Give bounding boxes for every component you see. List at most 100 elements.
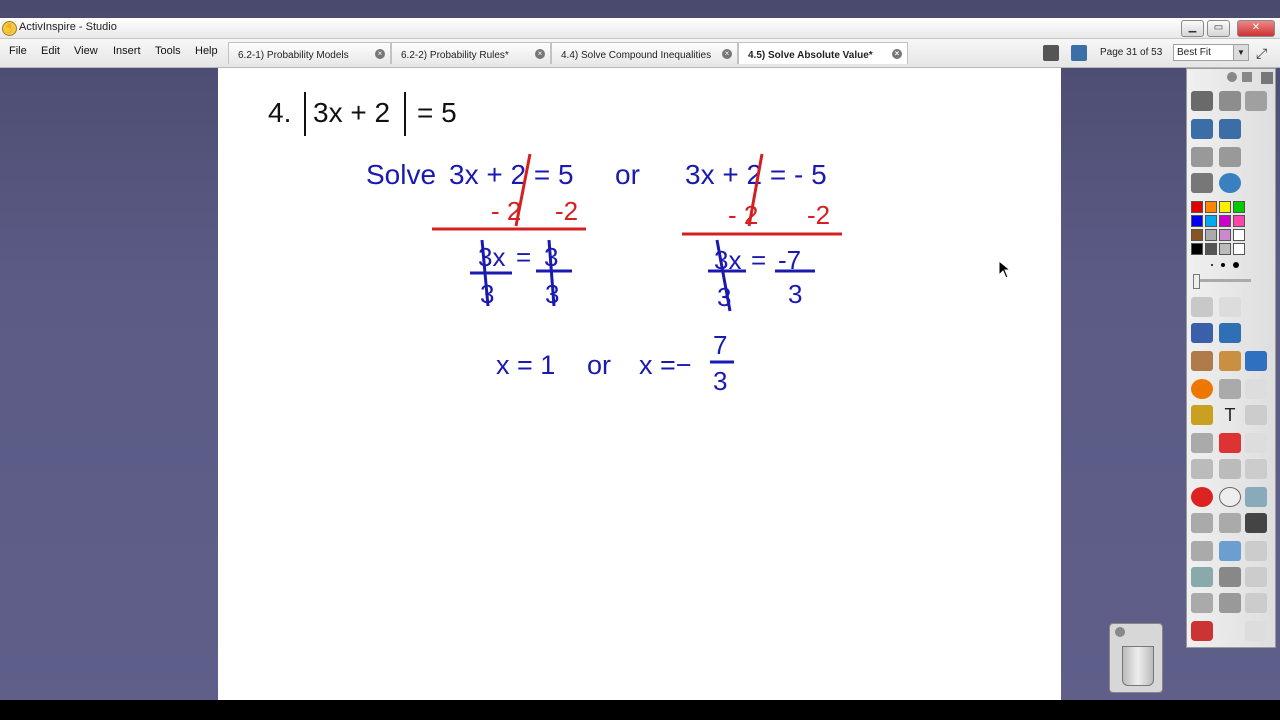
menu-insert[interactable]: Insert [113,45,141,57]
clock-icon[interactable] [1219,487,1241,507]
answer-numerator: 7 [713,330,728,360]
zoom-select[interactable]: Best Fit ▼ [1173,44,1249,61]
next-page-icon[interactable] [1219,147,1241,167]
color-swatch-blue[interactable] [1191,215,1203,227]
tool-i-icon[interactable] [1245,593,1267,613]
highlighter-icon[interactable] [1219,323,1241,343]
shape-icon[interactable] [1191,379,1213,399]
grid-icon[interactable] [1245,459,1267,479]
width-slider[interactable] [1193,279,1251,282]
tab-close-icon[interactable]: × [892,49,902,59]
main-toolbox: T [1186,68,1276,648]
zoom-value: Best Fit [1177,47,1211,58]
expand-icon[interactable]: ⤢ [1256,45,1272,61]
flag-icon[interactable] [1191,433,1213,453]
answer-right: x =− [639,350,692,380]
left-subtract-a: - 2 [491,196,522,226]
color-swatch-cyan[interactable] [1205,215,1217,227]
menu-file[interactable]: File [9,45,27,57]
main-menu-icon[interactable] [1191,91,1213,111]
desktop-annotate-icon[interactable] [1191,119,1213,139]
flipchart-page[interactable]: 4. 3x + 2 = 5 Solve 3x + 2 = 5 or 3x + 2… [218,68,1061,700]
menu-tools[interactable]: Tools [155,45,181,57]
toolbox-collapse-icon[interactable] [1261,72,1273,84]
pen-width-dots[interactable] [1207,261,1247,269]
page-browser-icon[interactable] [1043,45,1059,61]
eraser-icon[interactable] [1191,351,1213,371]
connector-icon[interactable] [1245,351,1267,371]
trash-settings-icon[interactable] [1115,627,1125,637]
camera-icon[interactable] [1245,487,1267,507]
menu-edit[interactable]: Edit [41,45,60,57]
color-swatch-black[interactable] [1191,243,1203,255]
dice-icon[interactable] [1191,621,1213,641]
redo-icon[interactable] [1219,459,1241,479]
color-swatch-white[interactable] [1233,229,1245,241]
tool-d-icon[interactable] [1219,541,1241,561]
user-icon[interactable] [1245,91,1267,111]
tool-e-icon[interactable] [1245,541,1267,561]
play-icon[interactable] [1191,173,1213,193]
tab-label: 6.2-2) Probability Rules* [401,50,509,61]
select-tool-icon[interactable] [1191,297,1213,317]
menu-view[interactable]: View [74,45,98,57]
tool-b-icon[interactable] [1219,513,1241,533]
color-swatch-orange[interactable] [1205,201,1217,213]
right-step-lhs: 3x [714,245,742,275]
pen-tool-icon[interactable] [1191,323,1213,343]
close-window-button[interactable]: ✕ [1237,20,1275,37]
color-swatch-pink[interactable] [1233,215,1245,227]
tab-close-icon[interactable]: × [535,49,545,59]
minimize-button[interactable]: ▁ [1181,20,1204,37]
tab-absolute-value[interactable]: 4.5) Solve Absolute Value* × [738,42,908,64]
color-swatch-lilac[interactable] [1219,229,1231,241]
color-swatch-lightgrey[interactable] [1219,243,1231,255]
duplicate-icon[interactable] [1245,379,1267,399]
maximize-button[interactable]: ▭ [1207,20,1230,37]
tab-probability-rules[interactable]: 6.2-2) Probability Rules* × [391,42,551,64]
page-sorter-icon[interactable] [1071,45,1087,61]
color-swatch-brown[interactable] [1191,229,1203,241]
spotlight-icon[interactable] [1245,513,1267,533]
previous-page-icon[interactable] [1191,147,1213,167]
paste-icon[interactable] [1245,405,1267,425]
trash-can-icon[interactable] [1109,623,1163,693]
tool-c-icon[interactable] [1191,541,1213,561]
tool-a-icon[interactable] [1191,513,1213,533]
ruler-icon[interactable] [1219,593,1241,613]
clipboard-icon[interactable] [1245,621,1267,641]
menu-help[interactable]: Help [195,45,218,57]
fill-icon[interactable] [1219,351,1241,371]
color-swatch-purple[interactable] [1219,215,1231,227]
browsers-icon[interactable] [1219,91,1241,111]
tab-probability-models[interactable]: 6.2-1) Probability Models × [228,42,391,64]
color-swatch-white-2[interactable] [1233,243,1245,255]
tab-close-icon[interactable]: × [722,49,732,59]
color-swatch-darkgrey[interactable] [1205,243,1217,255]
tab-compound-inequalities[interactable]: 4.4) Solve Compound Inequalities × [551,42,738,64]
clear-icon[interactable] [1191,487,1213,507]
color-swatch-red[interactable] [1191,201,1203,213]
tab-close-icon[interactable]: × [375,49,385,59]
compass-icon[interactable] [1191,593,1213,613]
title-bar: ✋ ActivInspire - Studio ▁ ▭ ✕ [0,18,1280,39]
reset-page-icon[interactable] [1219,433,1241,453]
toolbox-pin-icon[interactable] [1242,72,1252,82]
toolbox-settings-icon[interactable] [1227,72,1237,82]
right-den-a: 3 [717,282,732,312]
page-copy-icon[interactable] [1245,433,1267,453]
undo-icon[interactable] [1191,459,1213,479]
tool-g-icon[interactable] [1219,567,1241,587]
web-browser-icon[interactable] [1219,173,1241,193]
color-swatch-green[interactable] [1233,201,1245,213]
tool-h-icon[interactable] [1245,567,1267,587]
color-swatch-yellow[interactable] [1219,201,1231,213]
desktop-tools-icon[interactable] [1219,119,1241,139]
magic-ink-icon[interactable] [1219,297,1241,317]
color-swatch-grey[interactable] [1205,229,1217,241]
width-slider-handle[interactable] [1193,274,1200,289]
text-marker-icon[interactable] [1191,405,1213,425]
line-icon[interactable] [1219,379,1241,399]
tool-f-icon[interactable] [1191,567,1213,587]
text-tool-icon[interactable]: T [1219,405,1241,425]
